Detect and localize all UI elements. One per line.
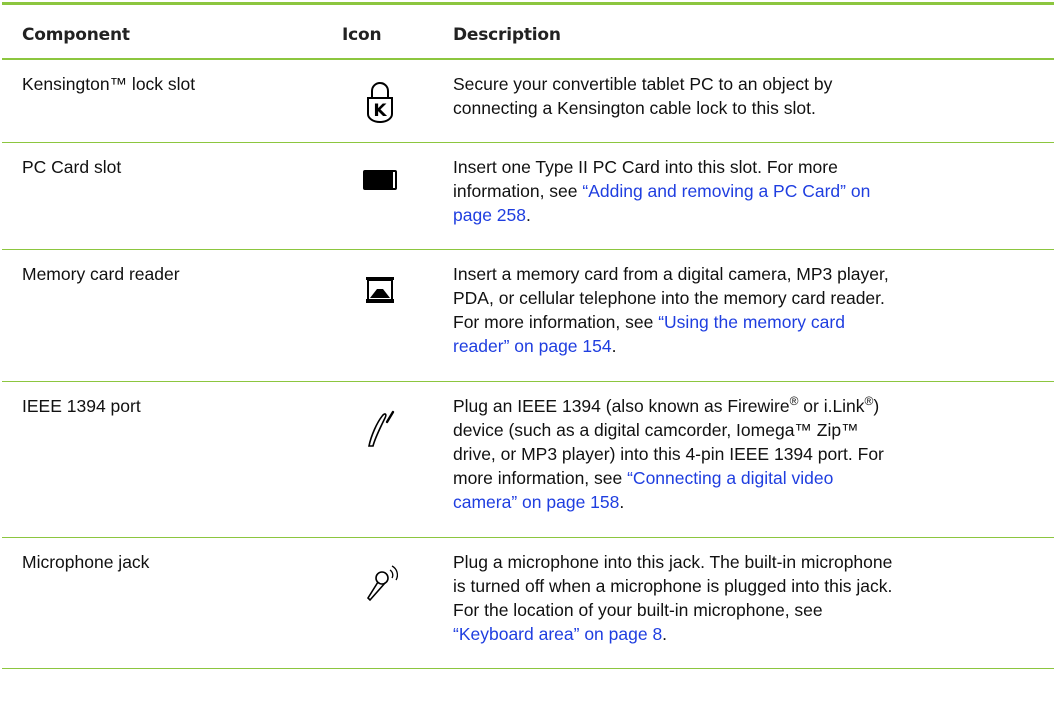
component-name: Kensington™ lock slot (22, 74, 196, 94)
link-page-154[interactable]: reader” on page 154 (453, 336, 612, 356)
svg-text:K: K (373, 101, 387, 121)
header-component: Component (22, 25, 130, 45)
component-description: Secure your convertible tablet PC to an … (453, 74, 833, 118)
table-row-kensington: Kensington™ lock slot K Secure your conv… (2, 60, 1054, 143)
link-using-memory-card-reader[interactable]: “Using the memory card (658, 312, 845, 332)
microphone-icon (352, 556, 412, 612)
link-keyboard-area[interactable]: “Keyboard area” on page 8 (453, 624, 662, 644)
link-connecting-digital-video-camera[interactable]: “Connecting a digital video (627, 468, 833, 488)
ieee-1394-icon (350, 404, 410, 454)
component-name: IEEE 1394 port (22, 396, 141, 416)
table-row-pc-card: PC Card slot Insert one Type II PC Card … (2, 143, 1054, 250)
table-row-microphone-jack: Microphone jack Plug a microphone into t… (2, 538, 1054, 669)
link-page-258[interactable]: page 258 (453, 205, 526, 225)
component-description: Plug a microphone into this jack. The bu… (453, 552, 893, 644)
memory-card-reader-icon (350, 270, 410, 310)
table-header: Component Icon Description (2, 5, 1054, 60)
table-row-ieee-1394: IEEE 1394 port Plug an IEEE 1394 (also k… (2, 382, 1054, 538)
component-description: Insert one Type II PC Card into this slo… (453, 157, 871, 225)
table-row-memory-card-reader: Memory card reader Insert a memory card … (2, 250, 1054, 382)
component-description: Plug an IEEE 1394 (also known as Firewir… (453, 394, 884, 512)
components-table: Component Icon Description Kensington™ l… (2, 2, 1054, 669)
component-name: Microphone jack (22, 552, 150, 572)
link-page-158[interactable]: camera” on page 158 (453, 492, 619, 512)
link-adding-removing-pc-card[interactable]: “Adding and removing a PC Card” on (582, 181, 870, 201)
header-description: Description (453, 25, 561, 45)
component-description: Insert a memory card from a digital came… (453, 264, 889, 356)
pc-card-icon (350, 163, 410, 197)
header-icon: Icon (342, 25, 382, 45)
component-name: PC Card slot (22, 157, 122, 177)
kensington-lock-icon: K (350, 74, 410, 130)
component-name: Memory card reader (22, 264, 180, 284)
